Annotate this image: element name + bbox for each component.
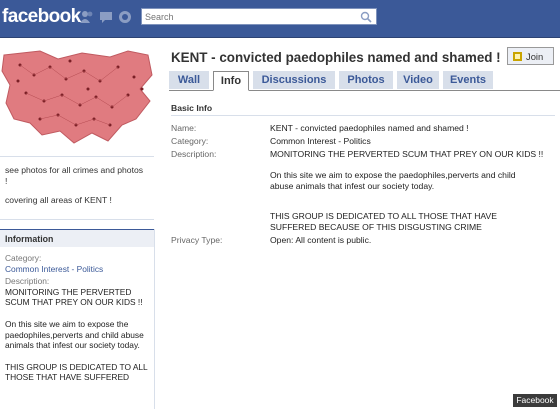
search-icon[interactable] — [360, 11, 372, 23]
left-column-divider — [154, 229, 155, 409]
top-bar: facebook — [0, 0, 560, 38]
search-box — [141, 8, 377, 25]
left-category-link[interactable]: Common Interest - Politics — [5, 264, 153, 275]
notifications-icon[interactable] — [117, 10, 133, 24]
facebook-logo[interactable]: facebook — [2, 6, 81, 28]
left-category-label: Category: — [5, 253, 42, 263]
messages-icon[interactable] — [98, 10, 114, 24]
tab-discussions[interactable]: Discussions — [253, 71, 335, 89]
basic-info-divider — [171, 115, 555, 116]
left-description-p2: On this site we aim to expose the paedop… — [5, 318, 144, 351]
tab-photos[interactable]: Photos — [339, 71, 393, 89]
description-p2: On this site we aim to expose the paedop… — [270, 170, 516, 191]
facebook-watermark: Facebook — [513, 394, 557, 407]
join-label: Join — [526, 51, 544, 62]
summary-line-2: covering all areas of KENT ! — [5, 195, 112, 205]
information-heading: Information — [5, 234, 54, 244]
left-information-content: Category: Common Interest - Politics Des… — [5, 253, 153, 383]
left-description-p1: MONITORING THE PERVERTED SCUM THAT PREY … — [5, 286, 143, 308]
uk-map-image — [0, 45, 154, 149]
basic-info-heading: Basic Info — [171, 103, 213, 113]
privacy-value: Open: All content is public. — [270, 235, 372, 245]
tab-wall[interactable]: Wall — [169, 71, 209, 89]
tab-bar: Wall Info Discussions Photos Video Event… — [169, 71, 560, 91]
tab-info[interactable]: Info — [213, 71, 249, 91]
category-link[interactable]: Common Interest - Politics — [270, 136, 550, 147]
friends-icon[interactable] — [79, 10, 95, 24]
name-value: KENT - convicted paedophiles named and s… — [270, 123, 469, 133]
information-header: Information — [0, 229, 154, 247]
tab-events[interactable]: Events — [443, 71, 493, 89]
left-description-p3: THIS GROUP IS DEDICATED TO ALL THOSE THA… — [5, 361, 148, 383]
description-label: Description: — [171, 149, 217, 159]
tab-video[interactable]: Video — [397, 71, 439, 89]
description-p1: MONITORING THE PERVERTED SCUM THAT PREY … — [270, 149, 544, 159]
group-profile-picture[interactable] — [0, 45, 154, 149]
join-button[interactable]: Join — [507, 47, 554, 65]
description-p3: THIS GROUP IS DEDICATED TO ALL THOSE THA… — [270, 211, 497, 232]
search-input[interactable] — [145, 11, 355, 23]
left-description-label: Description: — [5, 276, 50, 287]
privacy-label: Privacy Type: — [171, 235, 223, 245]
group-summary-box: see photos for all crimes and photos ! c… — [0, 156, 154, 220]
category-label: Category: — [171, 136, 209, 146]
join-icon — [513, 52, 522, 61]
group-title: KENT - convicted paedophiles named and s… — [171, 50, 501, 65]
name-label: Name: — [171, 123, 197, 133]
summary-line-1: see photos for all crimes and photos ! — [5, 165, 144, 186]
